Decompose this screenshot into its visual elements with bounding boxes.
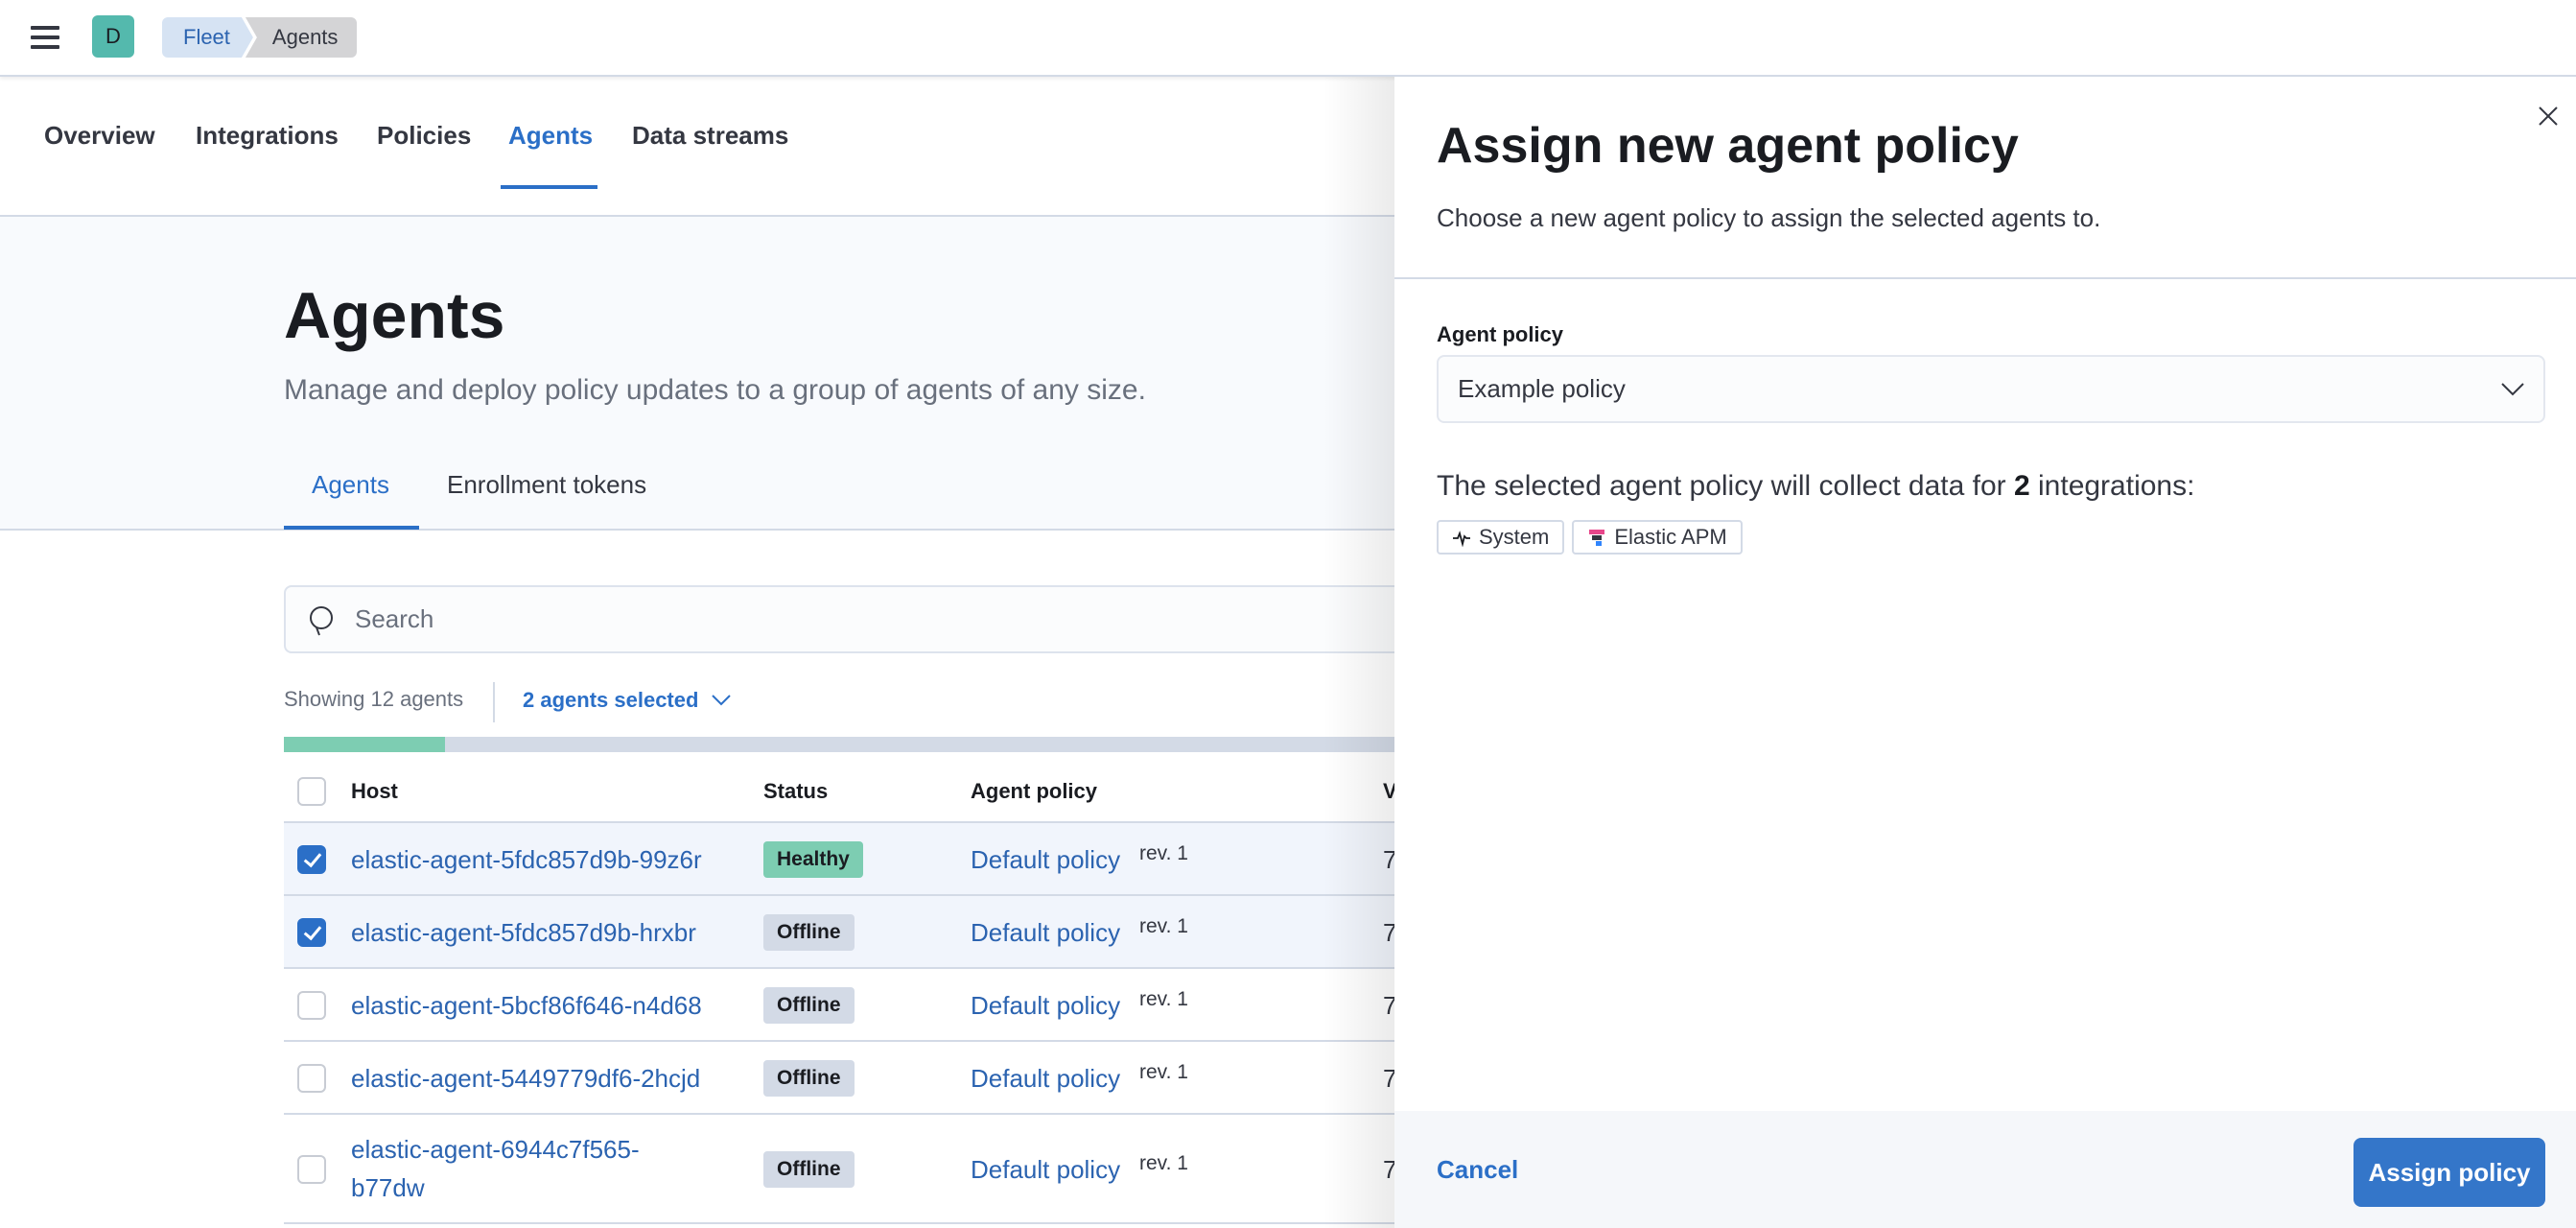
subtab-enrollment-tokens[interactable]: Enrollment tokens bbox=[447, 470, 646, 500]
active-tab-indicator bbox=[501, 185, 597, 189]
selected-policy-value: Example policy bbox=[1458, 374, 1626, 403]
policy-link[interactable]: Default policy bbox=[971, 991, 1120, 1021]
policy-revision: rev. 1 bbox=[1139, 915, 1188, 937]
breadcrumb-fleet[interactable]: Fleet bbox=[162, 17, 253, 58]
integrations-list: System Elastic APM bbox=[1437, 520, 1743, 555]
row-checkbox[interactable] bbox=[297, 1155, 326, 1184]
flyout-title: Assign new agent policy bbox=[1437, 118, 2019, 174]
integration-badge-elastic-apm[interactable]: Elastic APM bbox=[1572, 520, 1743, 555]
row-checkbox[interactable] bbox=[297, 1064, 326, 1093]
status-badge: Offline bbox=[763, 914, 855, 951]
healthy-segment bbox=[284, 737, 445, 752]
page-title: Agents bbox=[284, 279, 505, 352]
status-badge: Healthy bbox=[763, 841, 863, 878]
top-header: D Fleet Agents bbox=[0, 0, 2576, 77]
hamburger-icon-bar bbox=[31, 26, 59, 30]
close-icon[interactable] bbox=[2534, 102, 2563, 130]
apm-icon bbox=[1589, 530, 1605, 546]
row-checkbox[interactable] bbox=[297, 918, 326, 947]
status-badge: Offline bbox=[763, 1151, 855, 1188]
host-link[interactable]: elastic-agent-5bcf86f646-n4d68 bbox=[351, 986, 702, 1025]
policy-revision: rev. 1 bbox=[1139, 842, 1188, 864]
breadcrumb-agents: Agents bbox=[245, 17, 358, 58]
host-link[interactable]: elastic-agent-5449779df6-2hcjd bbox=[351, 1059, 700, 1098]
divider bbox=[493, 682, 495, 722]
policy-revision: rev. 1 bbox=[1139, 988, 1188, 1010]
agent-policy-select[interactable]: Example policy bbox=[1437, 355, 2545, 423]
page-description: Manage and deploy policy updates to a gr… bbox=[284, 374, 1146, 406]
tab-policies[interactable]: Policies bbox=[377, 121, 471, 151]
tab-agents[interactable]: Agents bbox=[508, 121, 593, 151]
active-subtab-indicator bbox=[284, 526, 419, 530]
flyout-description: Choose a new agent policy to assign the … bbox=[1437, 203, 2101, 232]
assign-policy-button[interactable]: Assign policy bbox=[2354, 1138, 2545, 1207]
host-link[interactable]: elastic-agent-6944c7f565- b77dw bbox=[351, 1130, 640, 1207]
subtab-agents[interactable]: Agents bbox=[312, 470, 389, 500]
summary-prefix: The selected agent policy will collect d… bbox=[1437, 470, 2014, 502]
policy-link[interactable]: Default policy bbox=[971, 845, 1120, 875]
flyout-footer: Cancel Assign policy bbox=[1394, 1111, 2576, 1228]
showing-count: Showing 12 agents bbox=[284, 687, 464, 711]
summary-suffix: integrations: bbox=[2029, 470, 2195, 502]
policy-link[interactable]: Default policy bbox=[971, 1064, 1120, 1094]
status-badge: Offline bbox=[763, 1060, 855, 1097]
hamburger-icon-bar bbox=[31, 35, 59, 39]
integration-label: Elastic APM bbox=[1614, 525, 1727, 549]
tab-overview[interactable]: Overview bbox=[44, 121, 155, 151]
flyout-shadow bbox=[1323, 77, 1394, 1228]
integration-count: 2 bbox=[2013, 470, 2030, 502]
tab-integrations[interactable]: Integrations bbox=[196, 121, 339, 151]
breadcrumb: Fleet Agents bbox=[162, 17, 358, 58]
integration-badge-system[interactable]: System bbox=[1437, 520, 1565, 555]
space-avatar[interactable]: D bbox=[92, 15, 134, 58]
status-badge: Offline bbox=[763, 987, 855, 1024]
divider bbox=[1394, 277, 2576, 279]
host-link[interactable]: elastic-agent-5fdc857d9b-hrxbr bbox=[351, 913, 696, 952]
cancel-button[interactable]: Cancel bbox=[1437, 1155, 1518, 1185]
host-link-line: elastic-agent-6944c7f565- bbox=[351, 1135, 640, 1164]
agent-policy-label: Agent policy bbox=[1437, 322, 1564, 346]
policy-link[interactable]: Default policy bbox=[971, 918, 1120, 948]
assign-policy-flyout: Assign new agent policy Choose a new age… bbox=[1394, 77, 2576, 1228]
chevron-down-icon bbox=[712, 695, 732, 706]
policy-revision: rev. 1 bbox=[1139, 1152, 1188, 1174]
select-all-checkbox[interactable] bbox=[297, 777, 326, 806]
integrations-summary: The selected agent policy will collect d… bbox=[1437, 470, 2194, 503]
selected-agents-dropdown[interactable]: 2 agents selected bbox=[523, 688, 732, 713]
heartbeat-icon bbox=[1453, 531, 1470, 547]
column-agent-policy[interactable]: Agent policy bbox=[971, 779, 1097, 804]
host-link-line: b77dw bbox=[351, 1173, 425, 1202]
host-link[interactable]: elastic-agent-5fdc857d9b-99z6r bbox=[351, 840, 702, 879]
integration-label: System bbox=[1479, 525, 1550, 549]
row-checkbox[interactable] bbox=[297, 845, 326, 874]
policy-link[interactable]: Default policy bbox=[971, 1155, 1120, 1185]
column-host[interactable]: Host bbox=[351, 779, 398, 804]
column-status[interactable]: Status bbox=[763, 779, 828, 804]
chevron-down-icon bbox=[2501, 383, 2524, 396]
tab-data-streams[interactable]: Data streams bbox=[632, 121, 788, 151]
search-icon bbox=[310, 606, 333, 636]
hamburger-icon-bar bbox=[31, 45, 59, 49]
selected-agents-label: 2 agents selected bbox=[523, 688, 699, 712]
menu-toggle-button[interactable] bbox=[29, 21, 61, 54]
row-checkbox[interactable] bbox=[297, 991, 326, 1020]
policy-revision: rev. 1 bbox=[1139, 1061, 1188, 1083]
